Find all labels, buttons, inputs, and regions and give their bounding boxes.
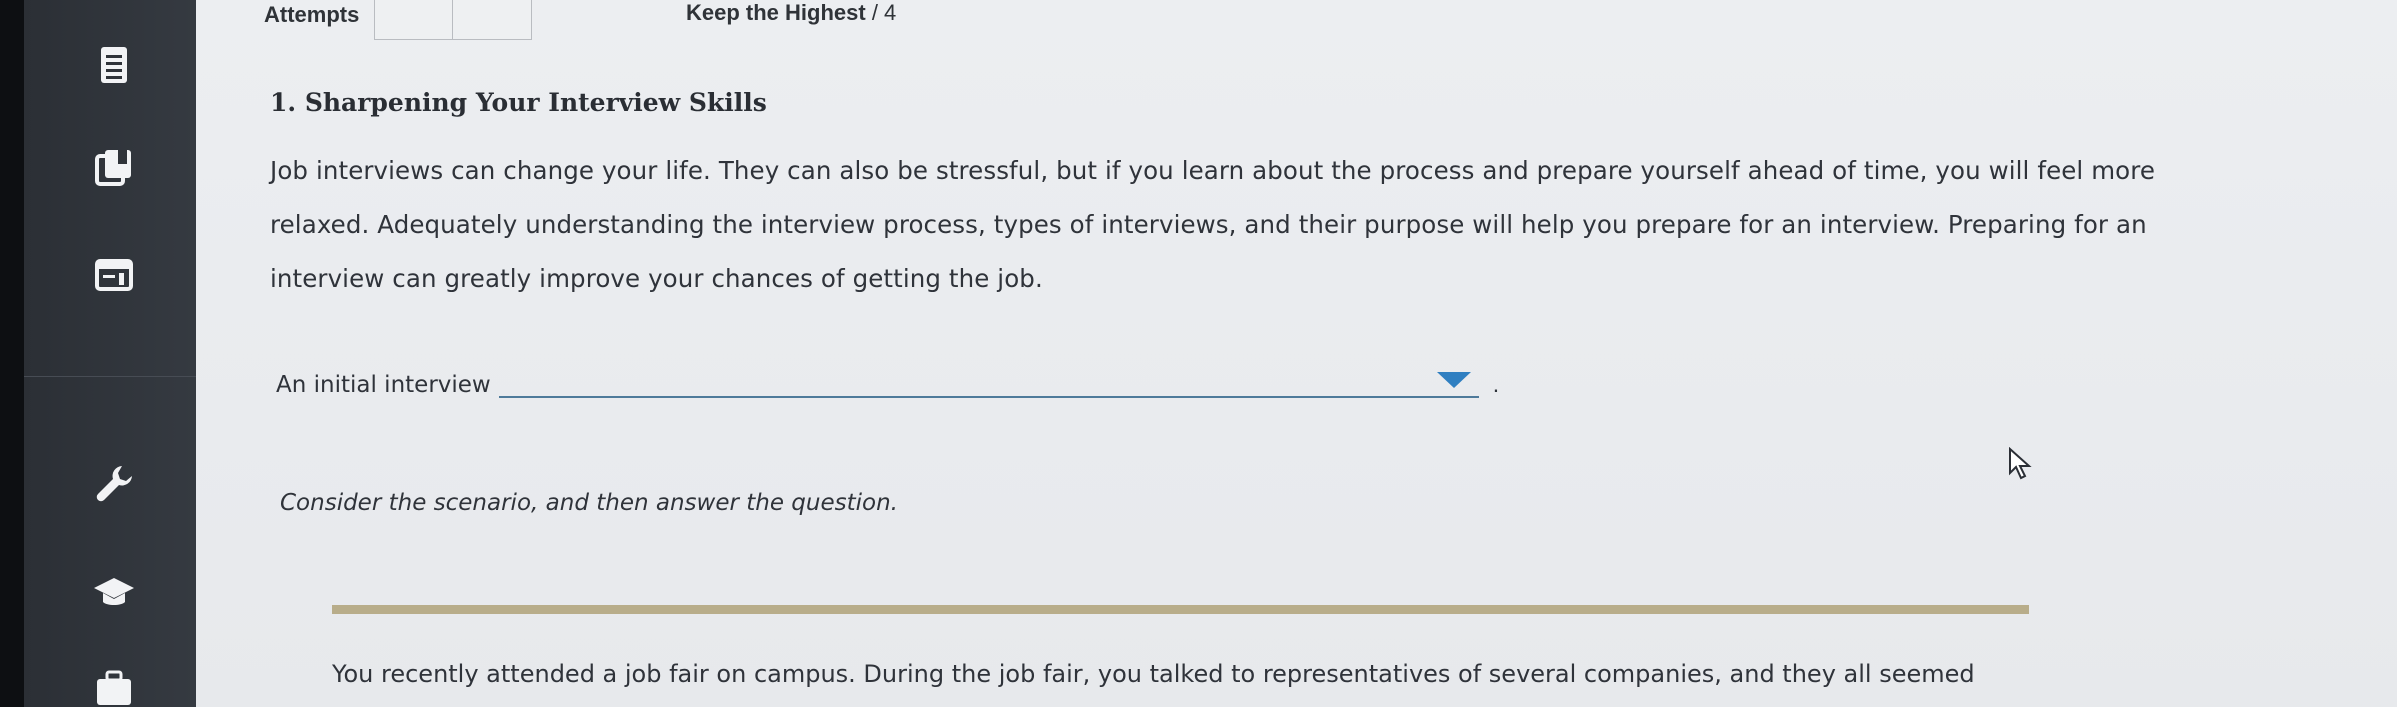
sidebar-item-gradebook[interactable] <box>84 245 144 305</box>
scenario-divider <box>332 605 2029 614</box>
scenario-prompt: Consider the scenario, and then answer t… <box>280 490 898 516</box>
ebook-icon <box>95 150 131 186</box>
sidebar-item-ebook[interactable] <box>84 138 144 198</box>
sidebar <box>24 0 196 707</box>
briefcase-icon <box>97 670 131 705</box>
attempts-indicator <box>374 0 532 40</box>
attempt-box <box>453 0 532 40</box>
sidebar-item-tools[interactable] <box>84 454 144 514</box>
fill-in-period: . <box>1492 371 1500 397</box>
sidebar-item-assignment[interactable] <box>84 35 144 95</box>
fill-in-label: An initial interview <box>276 372 491 398</box>
attempt-box <box>374 0 453 40</box>
intro-paragraph: Job interviews can change your life. The… <box>270 156 2156 293</box>
mouse-cursor-icon <box>2009 447 2032 480</box>
sidebar-divider <box>24 376 196 377</box>
answer-dropdown[interactable] <box>498 370 1479 398</box>
sidebar-item-career[interactable] <box>84 660 144 707</box>
chevron-down-icon[interactable] <box>1436 370 1471 390</box>
question-number: 1. <box>270 88 297 117</box>
sidebar-item-courses[interactable] <box>84 562 144 622</box>
wrench-icon <box>96 466 132 502</box>
attempts-label: Attempts <box>264 2 360 27</box>
question-panel: Attempts Keep the Highest / 4 1. Sharpen… <box>196 0 2397 707</box>
assignment-list-icon <box>101 47 127 83</box>
keep-highest-value: / 4 <box>871 0 897 25</box>
fill-in-statement: An initial interview . <box>276 370 1499 398</box>
keep-highest-label: Keep the Highest <box>686 0 866 25</box>
screen-bezel <box>0 0 24 707</box>
scenario-text: You recently attended a job fair on camp… <box>332 660 1975 688</box>
keep-highest-score: Keep the Highest / 4 <box>686 0 896 26</box>
question-title-text: Sharpening Your Interview Skills <box>304 88 767 117</box>
graduation-cap-icon <box>94 578 134 605</box>
gradebook-icon <box>95 259 133 291</box>
question-title: 1. Sharpening Your Interview Skills <box>270 88 767 117</box>
